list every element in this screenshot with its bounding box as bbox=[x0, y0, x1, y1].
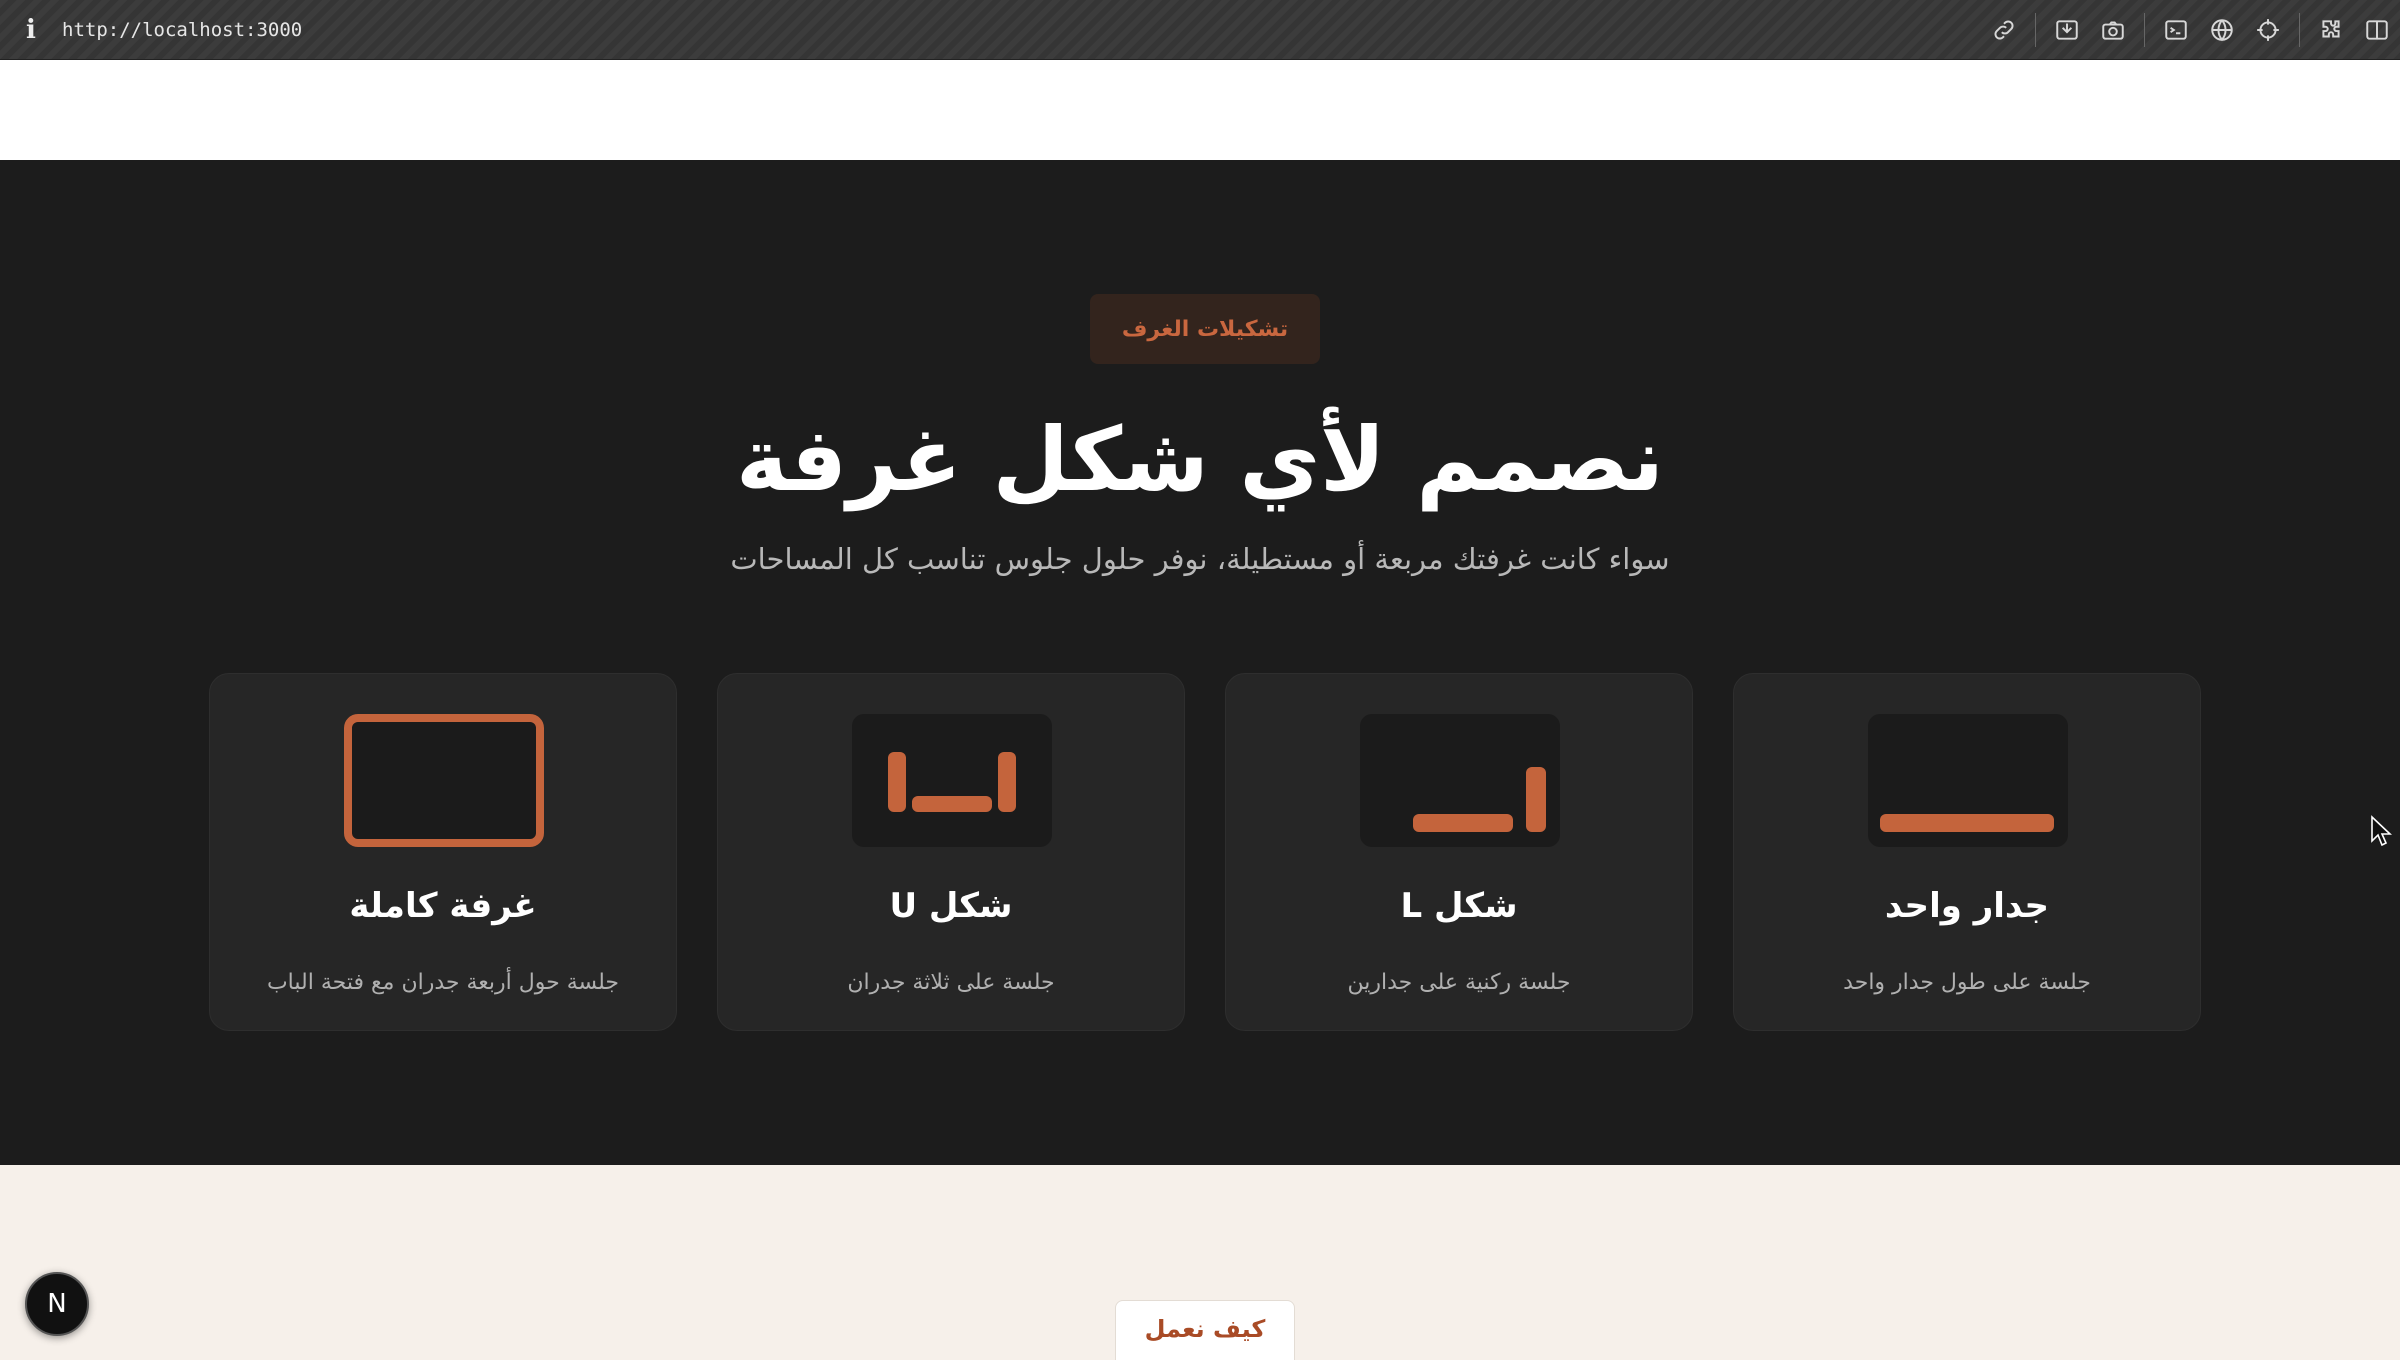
card-full-room[interactable]: غرفة كاملة جلسة حول أربعة جدران مع فتحة … bbox=[209, 673, 677, 1031]
wall-bar bbox=[998, 752, 1016, 812]
toolbar-divider bbox=[2299, 13, 2300, 47]
section-badge: تشكيلات الغرف bbox=[1090, 294, 1320, 364]
card-title: شكل U bbox=[889, 886, 1013, 926]
page-header-strip bbox=[0, 60, 2400, 160]
full-room-illustration bbox=[344, 714, 544, 847]
card-title: شكل L bbox=[1400, 886, 1518, 926]
room-shapes-section: تشكيلات الغرف نصمم لأي شكل غرفة سواء كان… bbox=[0, 160, 2400, 1165]
card-single-wall[interactable]: جدار واحد جلسة على طول جدار واحد bbox=[1733, 673, 2201, 1031]
toolbar-divider bbox=[2144, 13, 2145, 47]
card-title: جدار واحد bbox=[1884, 886, 2050, 926]
card-title: غرفة كاملة bbox=[349, 886, 537, 926]
card-l-shape[interactable]: شكل L جلسة ركنية على جدارين bbox=[1225, 673, 1693, 1031]
wall-bar bbox=[1413, 814, 1513, 832]
wall-bar bbox=[912, 796, 992, 812]
screenshot-area-icon[interactable] bbox=[2044, 0, 2090, 60]
card-u-shape[interactable]: شكل U جلسة على ثلاثة جدران bbox=[717, 673, 1185, 1031]
terminal-icon[interactable] bbox=[2153, 0, 2199, 60]
wall-bar bbox=[888, 752, 906, 812]
crosshair-icon[interactable] bbox=[2245, 0, 2291, 60]
globe-icon[interactable] bbox=[2199, 0, 2245, 60]
section-headline: نصمم لأي شكل غرفة bbox=[736, 408, 1664, 511]
single-wall-illustration bbox=[1868, 714, 2068, 847]
extensions-icon[interactable] bbox=[2308, 0, 2354, 60]
browser-toolbar: i http://localhost:3000 bbox=[0, 0, 2400, 60]
u-shape-illustration bbox=[852, 714, 1052, 847]
info-icon[interactable]: i bbox=[16, 15, 46, 45]
section-subtitle: سواء كانت غرفتك مربعة أو مستطيلة، نوفر ح… bbox=[730, 542, 1670, 576]
nextjs-dev-badge[interactable]: N bbox=[25, 1272, 89, 1336]
camera-icon[interactable] bbox=[2090, 0, 2136, 60]
toolbar-divider bbox=[2035, 13, 2036, 47]
sidebar-icon[interactable] bbox=[2354, 0, 2400, 60]
l-shape-illustration bbox=[1360, 714, 1560, 847]
card-description: جلسة على طول جدار واحد bbox=[1843, 970, 2091, 995]
card-description: جلسة على ثلاثة جدران bbox=[847, 970, 1055, 995]
mouse-cursor-icon bbox=[2371, 815, 2392, 847]
how-we-work-badge: كيف نعمل bbox=[1115, 1300, 1295, 1360]
toolbar-actions bbox=[1981, 0, 2400, 60]
address-bar[interactable]: http://localhost:3000 bbox=[62, 19, 302, 41]
link-icon[interactable] bbox=[1981, 0, 2027, 60]
card-description: جلسة حول أربعة جدران مع فتحة الباب bbox=[266, 970, 620, 995]
how-we-work-section: كيف نعمل bbox=[0, 1165, 2400, 1360]
wall-bar bbox=[1526, 767, 1546, 832]
card-description: جلسة ركنية على جدارين bbox=[1347, 970, 1571, 995]
wall-bar bbox=[1880, 814, 2054, 832]
